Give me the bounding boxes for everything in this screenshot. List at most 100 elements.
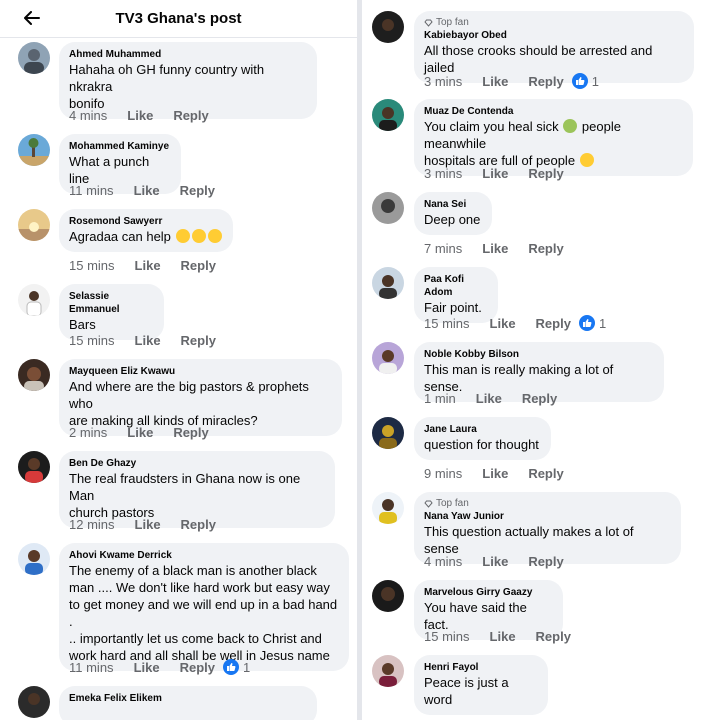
comment-bubble: Rosemond Sawyerr Agradaa can help xyxy=(59,209,233,252)
avatar[interactable] xyxy=(372,655,404,687)
top-fan-label: Top fan xyxy=(436,17,469,28)
like-button[interactable]: Like xyxy=(482,166,508,181)
comment-actions: 1 min Like Reply xyxy=(424,389,565,407)
comment-time[interactable]: 15 mins xyxy=(424,629,470,644)
avatar[interactable] xyxy=(372,11,404,43)
commenter-name[interactable]: Paa Kofi Adom xyxy=(424,273,488,299)
reaction-count[interactable]: 1 xyxy=(243,660,250,675)
comment-time[interactable]: 11 mins xyxy=(69,183,114,198)
commenter-name[interactable]: Marvelous Girry Gaazy xyxy=(424,586,553,599)
reply-button[interactable]: Reply xyxy=(528,466,563,481)
diamond-icon xyxy=(424,500,433,508)
like-button[interactable]: Like xyxy=(135,517,161,532)
commenter-name[interactable]: Ahmed Muhammed xyxy=(69,48,307,61)
comment-time[interactable]: 11 mins xyxy=(69,660,114,675)
like-button[interactable]: Like xyxy=(127,425,153,440)
avatar[interactable] xyxy=(18,284,50,316)
avatar[interactable] xyxy=(372,492,404,524)
reply-button[interactable]: Reply xyxy=(528,166,563,181)
comment-time[interactable]: 9 mins xyxy=(424,466,462,481)
reply-button[interactable]: Reply xyxy=(528,554,563,569)
avatar[interactable] xyxy=(372,417,404,449)
left-comment-panel: Ahmed Muhammed Hahaha oh GH funny countr… xyxy=(0,0,357,720)
commenter-name[interactable]: Ben De Ghazy xyxy=(69,457,325,470)
reply-button[interactable]: Reply xyxy=(173,425,208,440)
reply-button[interactable]: Reply xyxy=(181,517,216,532)
commenter-name[interactable]: Muaz De Contenda xyxy=(424,105,683,118)
like-button[interactable]: Like xyxy=(482,74,508,89)
commenter-name[interactable]: Henri Fayol xyxy=(424,661,538,674)
comment-bubble: Emeka Felix Elikem xyxy=(59,686,317,720)
like-button[interactable]: Like xyxy=(135,258,161,273)
thumbs-up-reaction-icon[interactable] xyxy=(571,73,588,89)
commenter-name[interactable]: Mohammed Kaminye xyxy=(69,140,171,153)
like-button[interactable]: Like xyxy=(134,183,160,198)
like-button[interactable]: Like xyxy=(134,660,160,675)
avatar[interactable] xyxy=(18,134,50,166)
comment-time[interactable]: 4 mins xyxy=(424,554,462,569)
reply-button[interactable]: Reply xyxy=(180,660,215,675)
avatar[interactable] xyxy=(372,342,404,374)
reply-button[interactable]: Reply xyxy=(528,241,563,256)
commenter-name[interactable]: Kabiebayor Obed xyxy=(424,29,684,42)
commenter-name[interactable]: Mayqueen Eliz Kwawu xyxy=(69,365,332,378)
like-button[interactable]: Like xyxy=(482,554,508,569)
comment-text: to get money and we will end up in a bad… xyxy=(69,597,338,629)
thumbs-up-reaction-icon[interactable] xyxy=(222,659,239,675)
like-button[interactable]: Like xyxy=(482,466,508,481)
commenter-name[interactable]: Ahovi Kwame Derrick xyxy=(69,549,339,562)
reply-button[interactable]: Reply xyxy=(536,316,571,331)
avatar[interactable] xyxy=(372,267,404,299)
avatar[interactable] xyxy=(372,99,404,131)
comment-time[interactable]: 1 min xyxy=(424,391,456,406)
comment-text: question for thought xyxy=(424,437,539,452)
avatar[interactable] xyxy=(18,209,50,241)
like-button[interactable]: Like xyxy=(490,629,516,644)
reply-button[interactable]: Reply xyxy=(173,108,208,123)
avatar[interactable] xyxy=(372,192,404,224)
avatar[interactable] xyxy=(18,451,50,483)
comment-time[interactable]: 15 mins xyxy=(69,258,115,273)
commenter-name[interactable]: Selassie Emmanuel xyxy=(69,290,154,316)
reply-button[interactable]: Reply xyxy=(181,258,216,273)
avatar[interactable] xyxy=(18,42,50,74)
thumbs-up-reaction-icon[interactable] xyxy=(578,315,595,331)
comment-text: And where are the big pastors & prophets… xyxy=(69,379,309,411)
comment-text: Agradaa can help xyxy=(69,229,171,244)
reaction-count[interactable]: 1 xyxy=(599,316,606,331)
comment-time[interactable]: 4 mins xyxy=(69,108,107,123)
comment-time[interactable]: 7 mins xyxy=(424,241,462,256)
like-button[interactable]: Like xyxy=(482,241,508,256)
commenter-name[interactable]: Nana Yaw Junior xyxy=(424,510,671,523)
comment-actions: 2 mins Like Reply xyxy=(69,423,217,441)
commenter-name[interactable]: Rosemond Sawyerr xyxy=(69,215,223,228)
avatar[interactable] xyxy=(18,359,50,391)
reaction-count[interactable]: 1 xyxy=(592,74,599,89)
commenter-name[interactable]: Emeka Felix Elikem xyxy=(69,692,307,705)
like-button[interactable]: Like xyxy=(127,108,153,123)
comment-time[interactable]: 3 mins xyxy=(424,74,462,89)
comment-text-line: Agradaa can help xyxy=(69,228,223,245)
post-header: TV3 Ghana's post xyxy=(0,0,357,38)
comment-time[interactable]: 15 mins xyxy=(69,333,115,348)
commenter-name[interactable]: Noble Kobby Bilson xyxy=(424,348,654,361)
comment-time[interactable]: 2 mins xyxy=(69,425,107,440)
avatar[interactable] xyxy=(18,543,50,575)
reply-button[interactable]: Reply xyxy=(536,629,571,644)
reply-button[interactable]: Reply xyxy=(181,333,216,348)
like-button[interactable]: Like xyxy=(490,316,516,331)
grinning-sweat-emoji xyxy=(579,153,594,167)
reply-button[interactable]: Reply xyxy=(528,74,563,89)
comment-time[interactable]: 3 mins xyxy=(424,166,462,181)
like-button[interactable]: Like xyxy=(135,333,161,348)
comment-bubble: Nana Sei Deep one xyxy=(414,192,492,235)
like-button[interactable]: Like xyxy=(476,391,502,406)
avatar[interactable] xyxy=(18,686,50,718)
commenter-name[interactable]: Jane Laura xyxy=(424,423,541,436)
avatar[interactable] xyxy=(372,580,404,612)
reply-button[interactable]: Reply xyxy=(180,183,215,198)
reply-button[interactable]: Reply xyxy=(522,391,557,406)
commenter-name[interactable]: Nana Sei xyxy=(424,198,482,211)
comment-time[interactable]: 15 mins xyxy=(424,316,470,331)
comment-time[interactable]: 12 mins xyxy=(69,517,115,532)
